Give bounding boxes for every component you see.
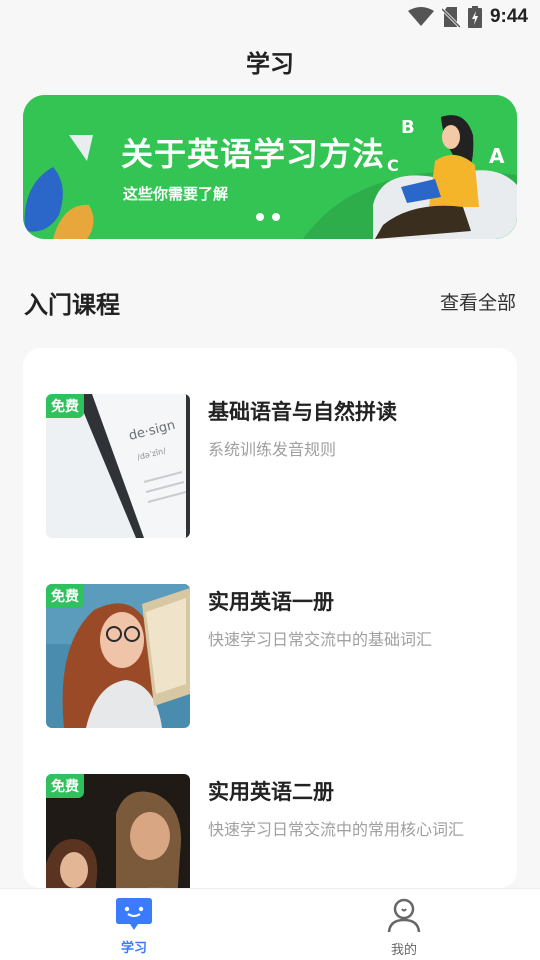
banner-title: 关于英语学习方法 bbox=[121, 135, 386, 173]
free-badge: 免费 bbox=[46, 584, 84, 608]
course-description: 系统训练发音规则 bbox=[208, 440, 337, 459]
banner-pagination bbox=[256, 213, 280, 221]
students-studying-photo: 免费 bbox=[46, 774, 190, 888]
status-icons: 9:44 bbox=[407, 6, 528, 28]
promo-banner[interactable]: B C A 关于英语学习方法 这些你需要了解 bbox=[23, 95, 517, 239]
course-description: 快速学习日常交流中的常用核心词汇 bbox=[208, 820, 465, 839]
status-time: 9:44 bbox=[489, 6, 528, 27]
free-badge: 免费 bbox=[46, 394, 84, 418]
chat-bubble-icon bbox=[116, 898, 152, 930]
page-title: 学习 bbox=[246, 50, 294, 78]
svg-text:B: B bbox=[401, 117, 415, 138]
course-item[interactable]: de·sign /dəˈzīn/ 免费 基础语音与自然拼读 系统训练发音规则 bbox=[46, 394, 506, 538]
dictionary-design-photo: de·sign /dəˈzīn/ 免费 bbox=[46, 394, 190, 538]
view-all-link[interactable]: 查看全部 bbox=[440, 288, 516, 315]
tab-label: 学习 bbox=[120, 941, 147, 956]
battery-charging-icon bbox=[467, 6, 482, 28]
tab-label: 我的 bbox=[390, 943, 417, 958]
svg-text:A: A bbox=[489, 144, 505, 168]
course-item[interactable]: 免费 实用英语二册 快速学习日常交流中的常用核心词汇 bbox=[46, 774, 506, 888]
status-bar: 9:44 bbox=[0, 0, 540, 36]
tab-study[interactable]: 学习 bbox=[94, 897, 174, 956]
user-profile-icon bbox=[387, 898, 421, 933]
tab-mine[interactable]: 我的 bbox=[364, 897, 444, 958]
no-sim-icon bbox=[441, 7, 460, 28]
svg-text:C: C bbox=[387, 156, 399, 175]
course-description: 快速学习日常交流中的基础词汇 bbox=[208, 630, 433, 649]
banner-subtitle: 这些你需要了解 bbox=[123, 185, 229, 203]
woman-reading-book-photo: 免费 bbox=[46, 584, 190, 728]
bottom-tab-bar: 学习 我的 bbox=[0, 888, 540, 960]
course-title: 实用英语二册 bbox=[208, 780, 334, 804]
wifi-icon bbox=[407, 7, 434, 26]
section-title: 入门课程 bbox=[24, 291, 120, 319]
course-item[interactable]: 免费 实用英语一册 快速学习日常交流中的基础词汇 bbox=[46, 584, 506, 728]
pagination-dot bbox=[256, 213, 264, 221]
free-badge: 免费 bbox=[46, 774, 84, 798]
course-title: 实用英语一册 bbox=[208, 590, 334, 614]
course-title: 基础语音与自然拼读 bbox=[208, 400, 397, 424]
pagination-dot bbox=[272, 213, 280, 221]
section-header: 入门课程 查看全部 bbox=[24, 285, 516, 319]
course-list-card: de·sign /dəˈzīn/ 免费 基础语音与自然拼读 系统训练发音规则 免… bbox=[23, 348, 517, 888]
